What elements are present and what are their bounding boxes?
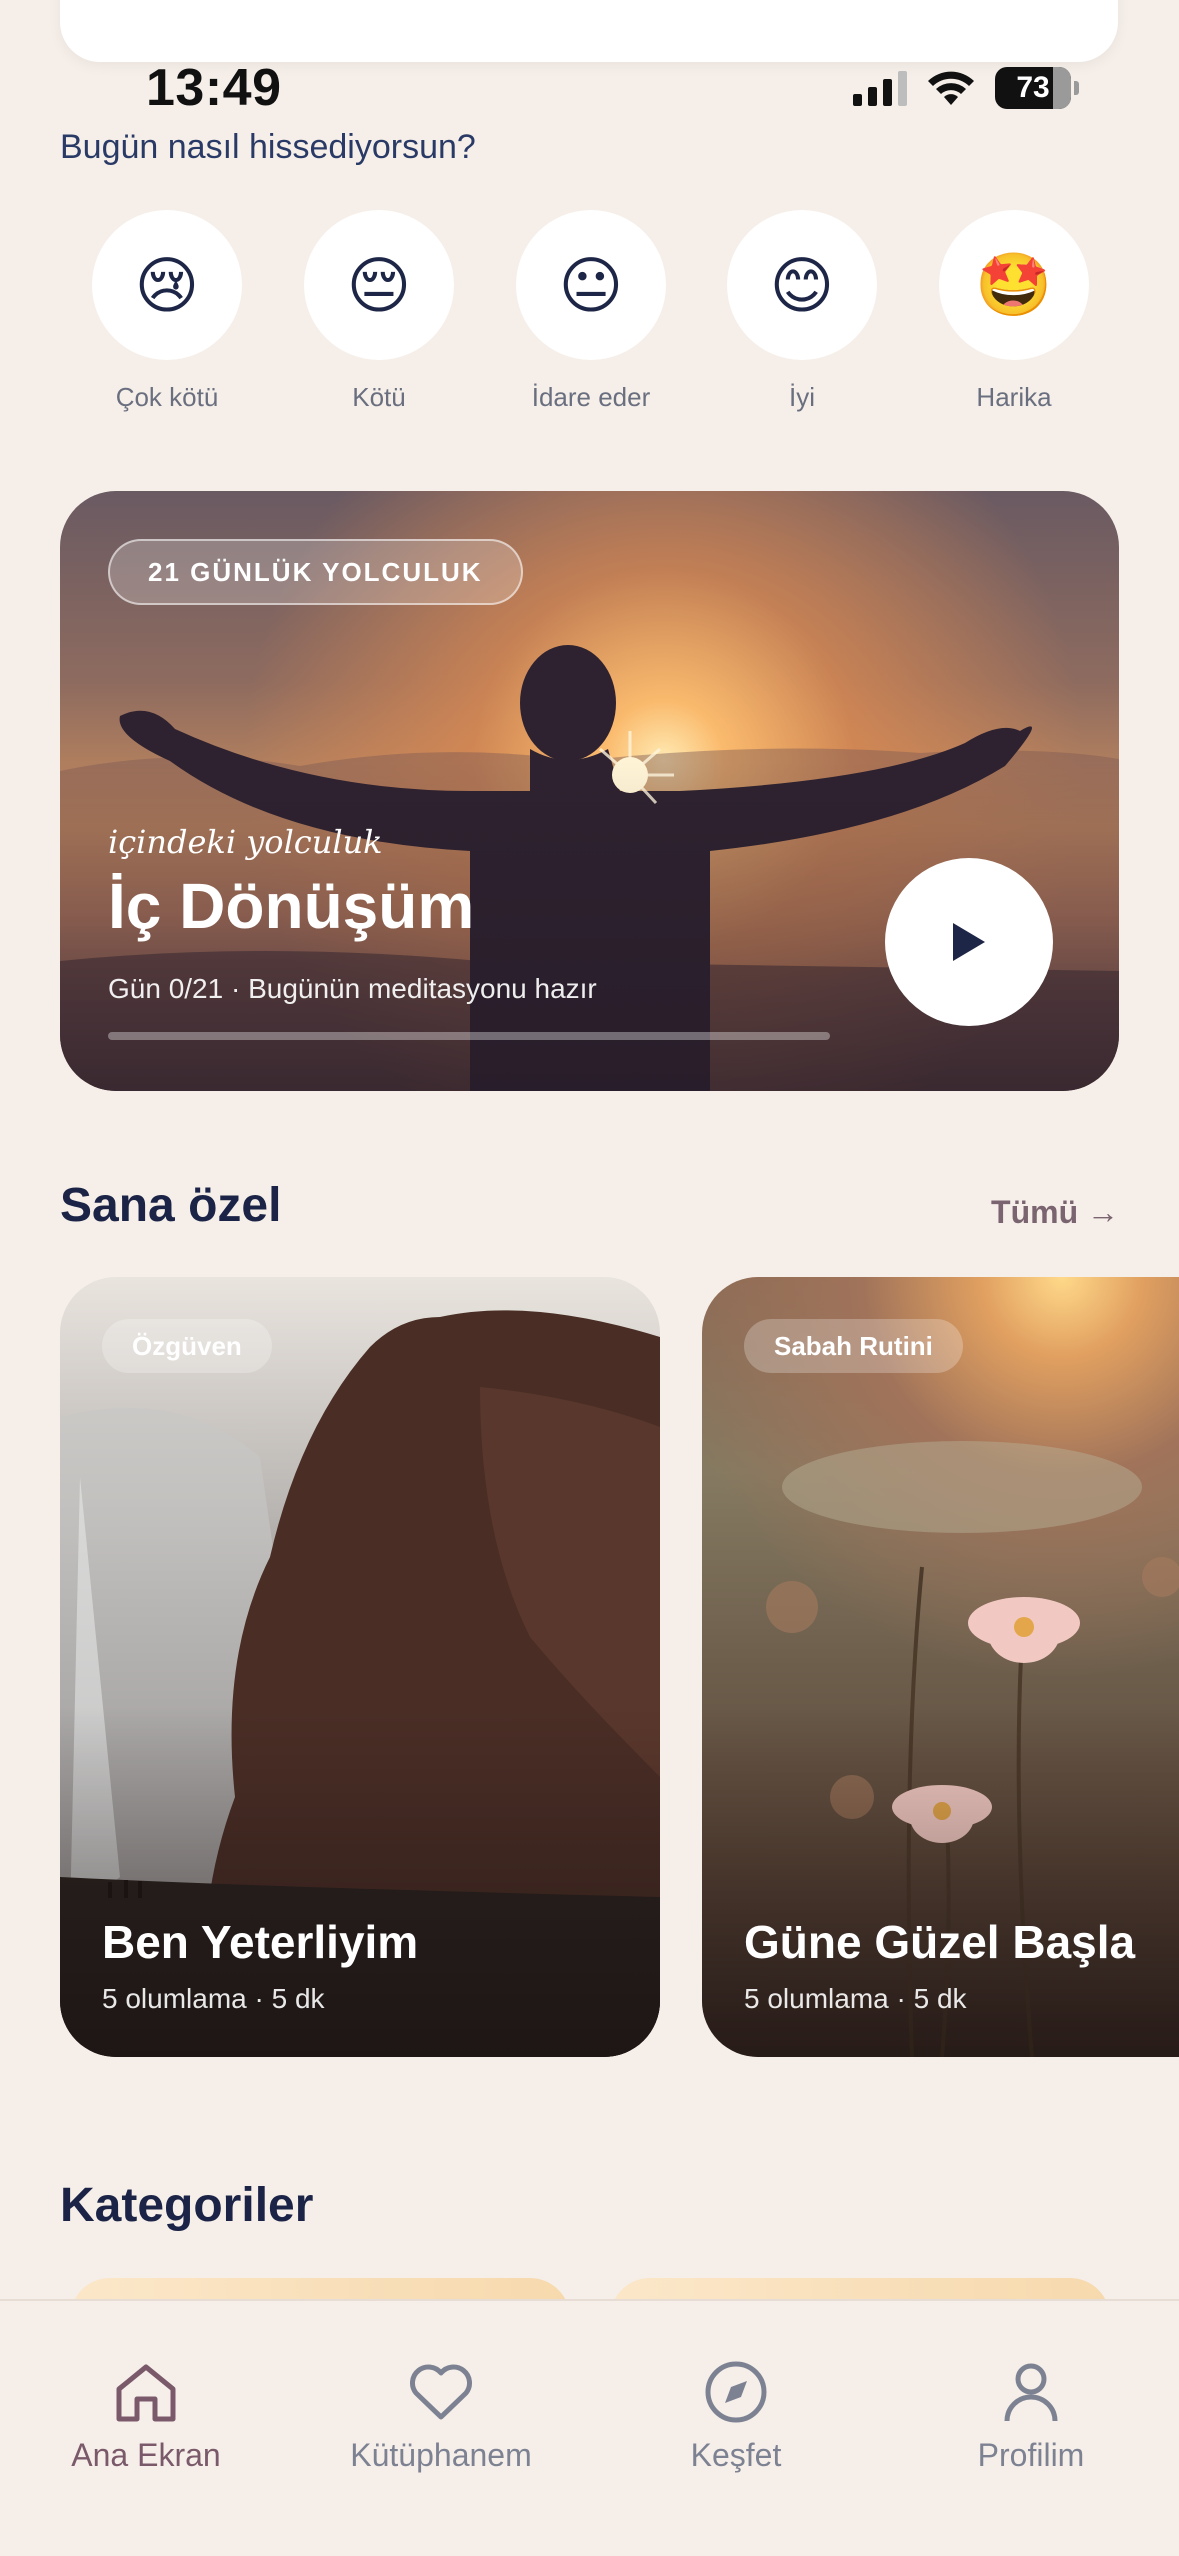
journey-progress-bar: [108, 1032, 830, 1040]
smiling-face-icon: 😊: [727, 210, 877, 360]
wifi-icon: [928, 71, 974, 105]
play-icon: [953, 923, 985, 961]
pensive-face-icon: 😔: [304, 210, 454, 360]
person-icon: [1004, 2363, 1058, 2422]
card-meta: 5 olumlama · 5 dk: [102, 1983, 325, 2014]
journey-card[interactable]: 21 GÜNLÜK YOLCULUK içindeki yolculuk İç …: [60, 491, 1119, 1091]
cellular-signal-icon: [853, 70, 907, 106]
mood-label: Harika: [976, 382, 1052, 412]
tab-bar: Ana Ekran Kütüphanem Keşfet Profilim: [0, 2299, 1179, 2556]
journey-badge: 21 GÜNLÜK YOLCULUK: [108, 539, 523, 605]
section-title-for-you: Sana özel: [60, 1179, 282, 1232]
journey-title: İç Dönüşüm: [108, 870, 475, 942]
card-category-chip: Özgüven: [102, 1319, 272, 1373]
heart-icon: [410, 2364, 472, 2420]
card-title: Ben Yeterliyim: [102, 1916, 419, 1968]
tab-label: Kütüphanem: [350, 2437, 532, 2473]
mood-option-iyi[interactable]: 😊 İyi: [727, 210, 877, 413]
tab-label: Ana Ekran: [71, 2437, 221, 2473]
crying-face-icon: 😢: [92, 210, 242, 360]
program-card[interactable]: Özgüven Ben Yeterliyim 5 olumlama · 5 dk: [60, 1277, 660, 2057]
mood-label: Çok kötü: [115, 382, 219, 412]
mood-selector: 😢 Çok kötü 😔 Kötü 😐 İdare eder 😊 İyi 🤩 H…: [60, 210, 1119, 430]
mood-option-idare-eder[interactable]: 😐 İdare eder: [516, 210, 666, 413]
mood-option-harika[interactable]: 🤩 Harika: [939, 210, 1089, 413]
program-card[interactable]: Sabah Rutini Güne Güzel Başla 5 olumlama…: [702, 1277, 1179, 2057]
journey-subtitle: Gün 0/21 · Bugünün meditasyonu hazır: [108, 973, 597, 1004]
section-title-categories: Kategoriler: [60, 2179, 314, 2232]
play-button[interactable]: [885, 858, 1053, 1026]
mood-question: Bugün nasıl hissediyorsun?: [60, 128, 476, 166]
mood-label: Kötü: [352, 382, 406, 412]
mood-option-cok-kotu[interactable]: 😢 Çok kötü: [92, 210, 242, 413]
home-icon: [116, 2364, 176, 2422]
mood-label: İdare eder: [531, 382, 651, 412]
compass-icon: [705, 2361, 767, 2423]
status-icons: 73: [853, 66, 1079, 110]
journey-kicker: içindeki yolculuk: [108, 823, 383, 861]
tab-label: Profilim: [977, 2437, 1085, 2473]
neutral-face-icon: 😐: [516, 210, 666, 360]
battery-level: 73: [1016, 71, 1050, 104]
tab-explore[interactable]: Keşfet: [611, 2357, 861, 2474]
card-meta: 5 olumlama · 5 dk: [744, 1983, 967, 2014]
status-time: 13:49: [146, 59, 282, 117]
tab-label: Keşfet: [690, 2437, 782, 2473]
star-struck-face-icon: 🤩: [939, 210, 1089, 360]
see-all-link[interactable]: Tümü →: [991, 1194, 1119, 1231]
tab-home[interactable]: Ana Ekran: [21, 2357, 271, 2474]
status-bar: 13:49 73: [0, 52, 1179, 122]
mood-option-kotu[interactable]: 😔 Kötü: [304, 210, 454, 413]
battery-icon: 73: [995, 67, 1071, 109]
card-title: Güne Güzel Başla: [744, 1916, 1136, 1968]
tab-library[interactable]: Kütüphanem: [316, 2357, 566, 2474]
for-you-carousel[interactable]: Özgüven Ben Yeterliyim 5 olumlama · 5 dk…: [60, 1277, 1179, 2057]
card-category-chip: Sabah Rutini: [744, 1319, 963, 1373]
mood-label: İyi: [789, 382, 815, 412]
tab-profile[interactable]: Profilim: [906, 2357, 1156, 2474]
